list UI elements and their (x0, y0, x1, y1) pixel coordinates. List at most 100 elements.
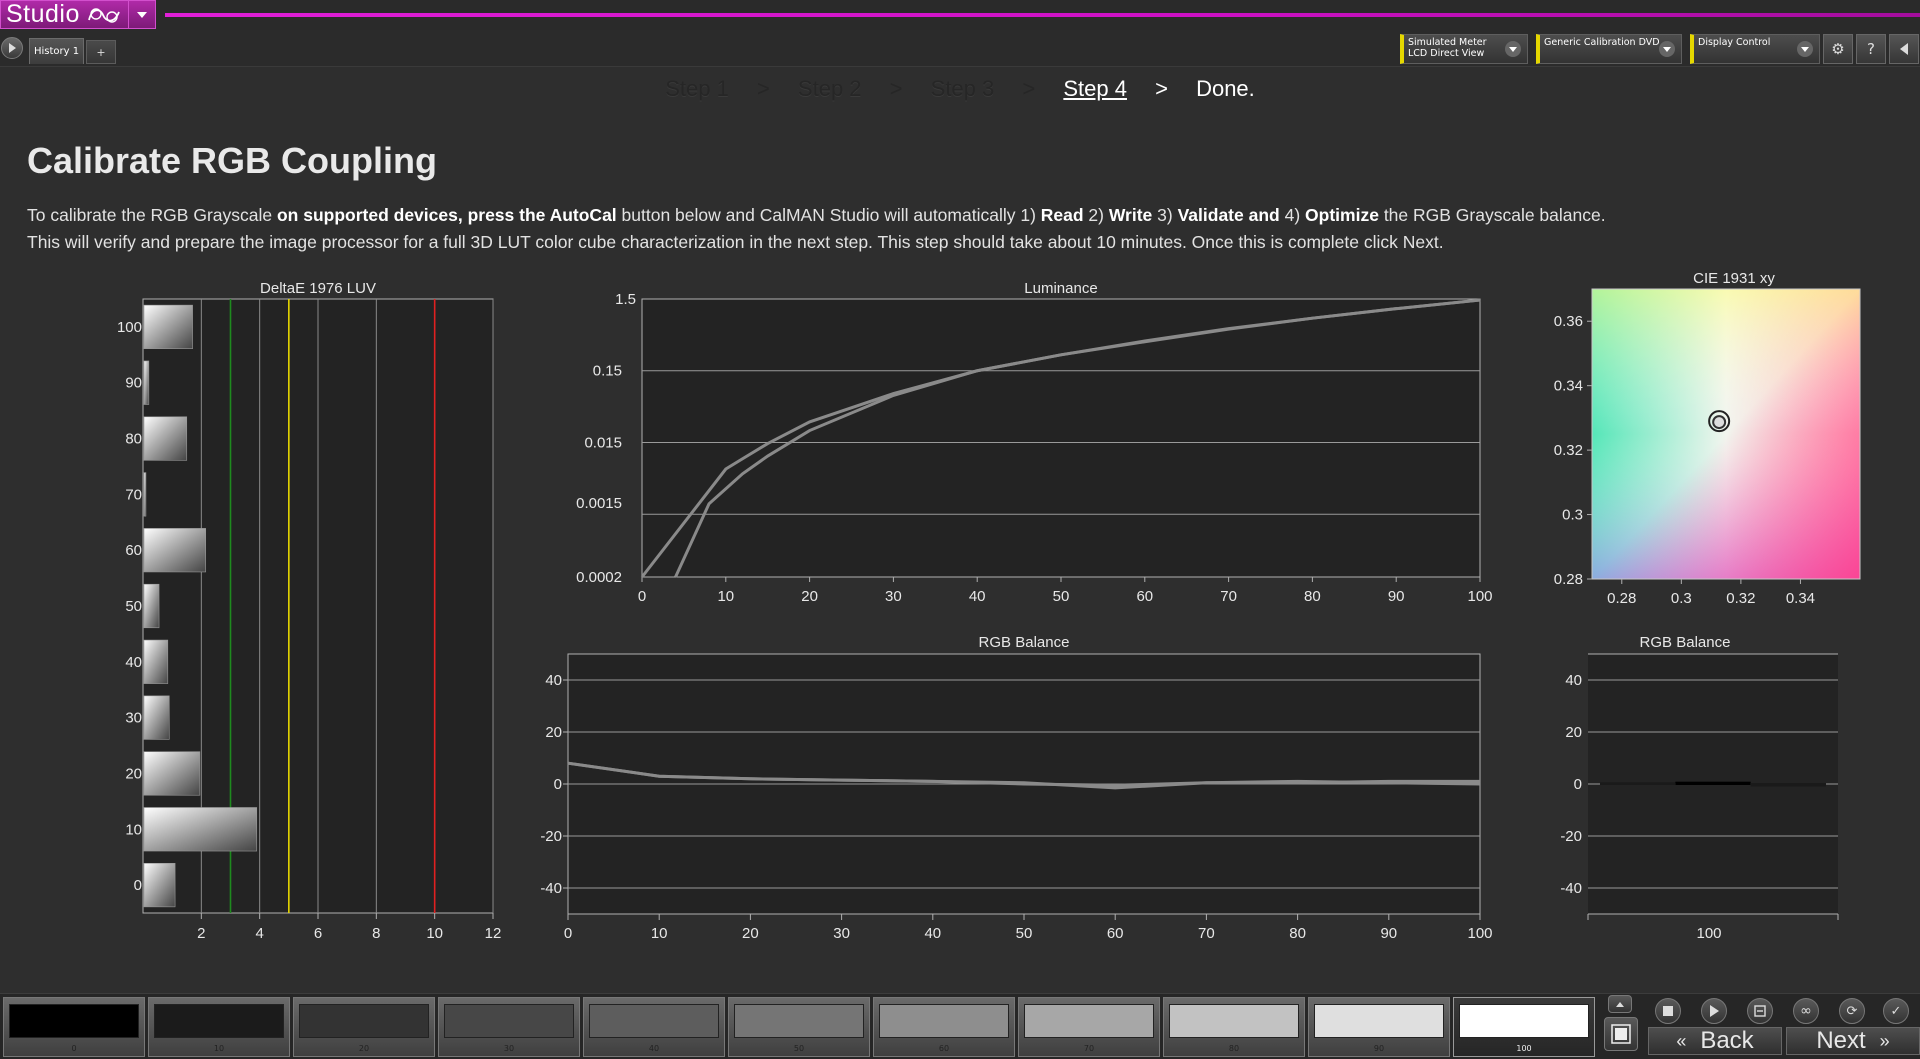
swatch-color (9, 1004, 139, 1038)
bar (143, 304, 193, 349)
desc-text: 2) (1083, 205, 1109, 225)
y-tick-label: 0.15 (593, 363, 622, 380)
x-tick-label: 10 (717, 588, 734, 605)
desc-text: button below and CalMAN Studio will auto… (616, 205, 1041, 225)
swatch-button[interactable]: 90 (1308, 997, 1450, 1057)
chevron-down-icon[interactable] (128, 1, 155, 28)
title-accent-bar (165, 13, 1920, 17)
y-tick-label: 50 (125, 598, 142, 615)
desc-bold: Validate (1177, 205, 1244, 225)
y-tick-label: 0 (134, 877, 142, 894)
y-tick-label: 30 (125, 710, 142, 727)
y-tick-label: 1.5 (615, 291, 636, 308)
refresh-button[interactable]: ⟳ (1839, 998, 1865, 1024)
play-icon (1710, 1005, 1719, 1017)
swatch-button[interactable]: 60 (873, 997, 1015, 1057)
y-tick-label: 20 (1565, 724, 1582, 741)
y-tick-label: 0.32 (1554, 442, 1583, 459)
help-button[interactable]: ? (1856, 34, 1886, 64)
swatch-button[interactable]: 10 (148, 997, 290, 1057)
swatch-button[interactable]: 100 (1453, 997, 1595, 1057)
swatch-button[interactable]: 30 (438, 997, 580, 1057)
step-separator: > (889, 76, 903, 101)
swatch-color (734, 1004, 864, 1038)
desc-text: To calibrate the RGB Grayscale (27, 205, 277, 225)
desc-bold: and (1248, 205, 1280, 225)
step-4[interactable]: Step 4 (1063, 76, 1127, 102)
swatch-color (879, 1004, 1009, 1038)
add-tab-button[interactable]: + (86, 40, 116, 64)
x-tick-label: 70 (1198, 925, 1215, 942)
step-2[interactable]: Step 2 (798, 76, 862, 102)
up-arrow-button[interactable] (1608, 995, 1632, 1013)
bar (143, 416, 188, 461)
y-tick-label: 40 (1565, 672, 1582, 689)
x-tick-label: 70 (1220, 588, 1237, 605)
bar (143, 472, 147, 517)
y-tick-label: 100 (117, 319, 142, 336)
luminance-chart: Luminance 1.5 0.15 0.015 0.0015 0.0002 0 10 20 30… (576, 280, 1492, 605)
page-description: To calibrate the RGB Grayscale on suppor… (27, 202, 1627, 256)
x-tick-label: 20 (742, 925, 759, 942)
y-tick-label: -40 (540, 880, 562, 897)
desc-bold: Write (1108, 205, 1153, 225)
y-tick-label: -20 (540, 828, 562, 845)
y-tick-label: 10 (125, 821, 142, 838)
swatch-button[interactable]: 80 (1163, 997, 1305, 1057)
step-1[interactable]: Step 1 (665, 76, 729, 102)
source-dropdown[interactable]: Generic Calibration DVD (1536, 34, 1682, 64)
y-tick-label: 0.34 (1554, 378, 1583, 395)
studio-menu-button[interactable]: Studio (0, 0, 156, 29)
rgb-balance-chart: RGB Balance 40 20 0 -20 -40 0 10 20 30 40 50 60 70 80 9… (540, 634, 1492, 942)
y-tick-label: 80 (125, 431, 142, 448)
settings-button[interactable]: ⚙ (1823, 34, 1853, 64)
swatch-label: 70 (1083, 1044, 1095, 1053)
swatch-label: 20 (358, 1044, 370, 1053)
plot-area (641, 298, 1481, 578)
back-button[interactable]: « Back (1648, 1027, 1782, 1055)
swatch-label: 60 (938, 1044, 950, 1053)
swatch-color (1314, 1004, 1444, 1038)
next-label: Next (1816, 1027, 1866, 1054)
swatch-button[interactable]: 50 (728, 997, 870, 1057)
bar (143, 863, 176, 908)
x-tick-label: 2 (197, 925, 205, 942)
swatch-label: 10 (213, 1044, 225, 1053)
x-tick-label: 50 (1053, 588, 1070, 605)
swatch-button[interactable]: 40 (583, 997, 725, 1057)
play-arrow-icon[interactable] (1, 37, 23, 59)
swatch-button[interactable]: 0 (3, 997, 145, 1057)
chart-title: Luminance (1024, 280, 1097, 297)
display-dropdown[interactable]: Display Control (1690, 34, 1820, 64)
y-tick-label: 90 (125, 375, 142, 392)
step-3[interactable]: Step 3 (931, 76, 995, 102)
stop-square-button[interactable] (1604, 1017, 1638, 1051)
rgb-balance-single-chart: RGB Balance 40 20 0 -20 -40 100 (1560, 634, 1839, 942)
swatch-label: 30 (503, 1044, 515, 1053)
x-tick-label: 80 (1289, 925, 1306, 942)
settings-icon: ⚙ (1831, 40, 1845, 58)
loop-button[interactable]: ∞ (1793, 998, 1819, 1024)
stop-button[interactable] (1655, 998, 1681, 1024)
play-button[interactable] (1701, 998, 1727, 1024)
accept-button[interactable]: ✓ (1883, 998, 1909, 1024)
tab-history[interactable]: History 1 (29, 38, 84, 64)
refresh-icon: ⟳ (1846, 1003, 1858, 1019)
chart-title: RGB Balance (1640, 634, 1731, 651)
swatch-button[interactable]: 20 (293, 997, 435, 1057)
loop-icon: ∞ (1800, 1003, 1812, 1019)
bar (143, 528, 207, 573)
collapse-button[interactable] (1889, 34, 1919, 64)
swatch-button[interactable]: 70 (1018, 997, 1160, 1057)
swatch-label: 40 (648, 1044, 660, 1053)
step-done[interactable]: Done. (1196, 76, 1255, 102)
x-tick-label: 6 (314, 925, 322, 942)
x-tick-label: 60 (1107, 925, 1124, 942)
read-series-button[interactable] (1747, 998, 1773, 1024)
desc-bold: Read (1040, 205, 1084, 225)
next-button[interactable]: Next » (1786, 1027, 1920, 1055)
desc-bold: Optimize (1305, 205, 1379, 225)
chevron-down-icon (1797, 41, 1813, 57)
meter-dropdown[interactable]: Simulated Meter LCD Direct View (1400, 34, 1528, 64)
bar (143, 360, 150, 405)
